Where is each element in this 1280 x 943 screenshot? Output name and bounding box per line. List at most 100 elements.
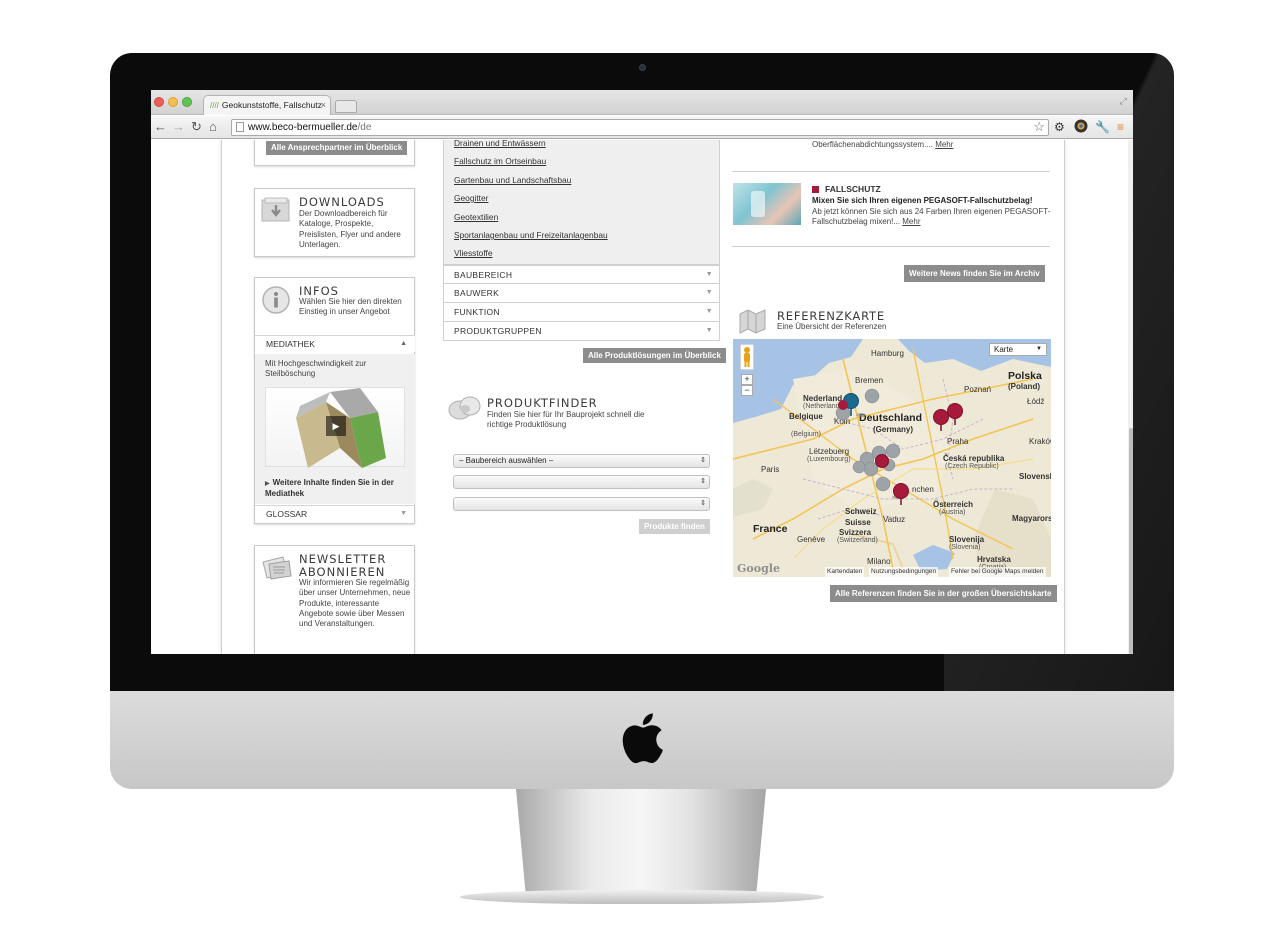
browser-tab[interactable]: ////Geokunststoffe, Fallschutz × xyxy=(203,95,331,115)
forward-icon[interactable]: → xyxy=(172,119,185,135)
link-fallschutz[interactable]: Fallschutz im Ortseinbau xyxy=(454,156,546,166)
menu-icon[interactable]: ≡ xyxy=(1117,120,1124,134)
newsletter-icon xyxy=(262,556,292,580)
produktfinder-text: Finden Sie hier für Ihr Bauprojekt schne… xyxy=(487,410,645,430)
imac-stand-base xyxy=(460,890,824,904)
filter-bauwerk[interactable]: BAUWERK ▼ xyxy=(443,284,720,303)
window-zoom-button[interactable] xyxy=(182,97,192,107)
wrench-icon[interactable]: 🔧 xyxy=(1095,120,1110,134)
map-zoom-out-button[interactable]: − xyxy=(741,385,753,396)
map-terms-link[interactable]: Nutzungsbedingungen xyxy=(869,567,939,577)
filter-baubereich[interactable]: BAUBEREICH ▼ xyxy=(443,265,720,284)
filter-label: BAUBEREICH xyxy=(454,270,513,280)
all-references-button[interactable]: Alle Referenzen finden Sie in der großen… xyxy=(830,585,1057,602)
filter-produktgruppen[interactable]: PRODUKTGRUPPEN ▼ xyxy=(443,322,720,341)
chevron-down-icon: ▼ xyxy=(705,271,713,278)
page-icon xyxy=(236,122,244,132)
link-sportanlagenbau[interactable]: Sportanlagenbau und Freizeitanlagenbau xyxy=(454,230,608,240)
link-drainen[interactable]: Drainen und Entwässern xyxy=(454,140,546,148)
filter-label: BAUWERK xyxy=(454,288,500,298)
tab-close-icon[interactable]: × xyxy=(321,96,326,114)
filter-label: PRODUKTGRUPPEN xyxy=(454,326,542,336)
news-image[interactable] xyxy=(733,183,801,225)
news-headline[interactable]: Mixen Sie sich Ihren eigenen PEGASOFT-Fa… xyxy=(812,196,1033,205)
extension-icon[interactable] xyxy=(1074,119,1088,136)
mediathek-panel: Mit Hochgeschwindigkeit zur Steilböschun… xyxy=(255,354,415,504)
accordion-mediathek[interactable]: MEDIATHEK ▲ xyxy=(255,335,415,352)
video-thumbnail[interactable]: ▶ xyxy=(265,387,405,468)
find-products-button[interactable]: Produkte finden xyxy=(639,519,710,534)
prev-news-text: Oberflächenabdichtungssystem.... xyxy=(812,140,936,149)
window-close-button[interactable] xyxy=(154,97,164,107)
site-favicon-icon: //// xyxy=(210,101,219,110)
bauwerk-select[interactable]: ⇕ xyxy=(453,475,710,489)
product-link-list: Drainen und Entwässern Fallschutz im Ort… xyxy=(443,140,720,265)
filter-funktion[interactable]: FUNKTION ▼ xyxy=(443,303,720,322)
fullscreen-icon[interactable]: ⤢ xyxy=(1120,96,1127,107)
chevron-down-icon: ▼ xyxy=(400,510,407,517)
news-body: Ab jetzt können Sie sich aus 24 Farben I… xyxy=(812,207,1051,226)
infos-box: INFOS Wählen Sie hier den direkten Einst… xyxy=(254,277,415,524)
download-icon xyxy=(261,197,290,222)
url-path: /de xyxy=(357,122,372,133)
accordion-glossar[interactable]: GLOSSAR ▼ xyxy=(255,505,415,522)
camera-icon xyxy=(639,64,646,71)
home-icon[interactable]: ⌂ xyxy=(209,119,217,135)
all-contacts-button[interactable]: Alle Ansprechpartner im Überblick xyxy=(266,141,408,155)
contact-box: Alle Ansprechpartner im Überblick xyxy=(254,140,415,166)
new-tab-button[interactable] xyxy=(335,100,357,113)
funktion-select[interactable]: ⇕ xyxy=(453,497,710,511)
scrollbar-thumb[interactable] xyxy=(1129,428,1133,654)
reload-icon[interactable]: ↻ xyxy=(191,119,202,135)
page-scrollbar[interactable] xyxy=(1128,140,1133,654)
map-data-link[interactable]: Kartendaten xyxy=(825,567,865,577)
apple-logo-icon xyxy=(622,713,663,764)
settings-gear-icon[interactable]: ⚙ xyxy=(1054,120,1065,134)
divider xyxy=(732,171,1050,172)
chevron-up-icon: ▲ xyxy=(400,340,407,347)
map-type-value: Karte xyxy=(994,345,1014,354)
map-type-dropdown[interactable]: Karte ▼ xyxy=(989,343,1047,356)
web-page: Alle Ansprechpartner im Überblick DOWNLO… xyxy=(221,140,1065,654)
newsletter-box[interactable]: NEWSLETTER ABONNIEREN Wir informieren Si… xyxy=(254,545,415,654)
mediathek-caption: Mit Hochgeschwindigkeit zur Steilböschun… xyxy=(265,359,367,379)
news-archive-button[interactable]: Weitere News finden Sie im Archiv xyxy=(904,265,1045,282)
newsletter-title-line2: ABONNIEREN xyxy=(299,565,386,579)
back-icon[interactable]: ← xyxy=(154,119,167,135)
chevron-down-icon: ▼ xyxy=(705,327,713,334)
reference-markers xyxy=(835,388,963,505)
downloads-box[interactable]: DOWNLOADS Der Downloadbereich für Katalo… xyxy=(254,188,415,257)
infos-text: Wählen Sie hier den direkten Einstieg in… xyxy=(299,297,402,317)
link-geotextilien[interactable]: Geotextilien xyxy=(454,212,498,222)
news-more-link[interactable]: Mehr xyxy=(902,217,920,226)
window-minimize-button[interactable] xyxy=(168,97,178,107)
link-gartenbau[interactable]: Gartenbau und Landschaftsbau xyxy=(454,175,571,185)
select-arrows-icon: ⇕ xyxy=(700,457,706,464)
produktfinder-title: PRODUKTFINDER xyxy=(487,396,598,410)
select-arrows-icon: ⇕ xyxy=(700,500,706,507)
all-solutions-button[interactable]: Alle Produktlösungen im Überblick xyxy=(583,348,726,363)
triangle-right-icon: ▶ xyxy=(265,481,270,487)
screen: ////Geokunststoffe, Fallschutz × ⤢ ← → ↻… xyxy=(151,90,1133,654)
chevron-down-icon: ▼ xyxy=(705,308,713,315)
play-icon[interactable]: ▶ xyxy=(326,416,346,436)
map-report-link[interactable]: Fehler bei Google Maps melden xyxy=(949,567,1046,577)
prev-news-more-link[interactable]: Mehr xyxy=(935,140,953,149)
chevron-down-icon: ▼ xyxy=(705,289,713,296)
downloads-text: Der Downloadbereich für Kataloge, Prospe… xyxy=(299,209,401,249)
produktfinder-icon xyxy=(448,396,481,420)
glossar-label: GLOSSAR xyxy=(266,509,308,519)
reference-map[interactable]: Hamburg Bremen Nederland (Netherlands) B… xyxy=(733,339,1051,577)
page-viewport: Alle Ansprechpartner im Überblick DOWNLO… xyxy=(151,140,1133,654)
street-view-pegman-icon[interactable] xyxy=(740,344,754,370)
link-vliesstoffe[interactable]: Vliesstoffe xyxy=(454,248,493,258)
address-bar[interactable]: www.beco-bermueller.de/de ☆ xyxy=(231,119,1049,136)
select-arrows-icon: ⇕ xyxy=(700,478,706,485)
info-icon xyxy=(262,286,290,314)
baubereich-select[interactable]: – Baubereich auswählen – ⇕ xyxy=(453,454,710,468)
mediathek-more-link[interactable]: ▶ Weitere Inhalte finden Sie in der Media… xyxy=(265,478,405,499)
map-zoom-in-button[interactable]: + xyxy=(741,374,753,385)
browser-toolbar: ← → ↻ ⌂ www.beco-bermueller.de/de ☆ ⚙ 🔧 … xyxy=(151,116,1133,139)
link-geogitter[interactable]: Geogitter xyxy=(454,193,488,203)
bookmark-star-icon[interactable]: ☆ xyxy=(1033,119,1045,134)
